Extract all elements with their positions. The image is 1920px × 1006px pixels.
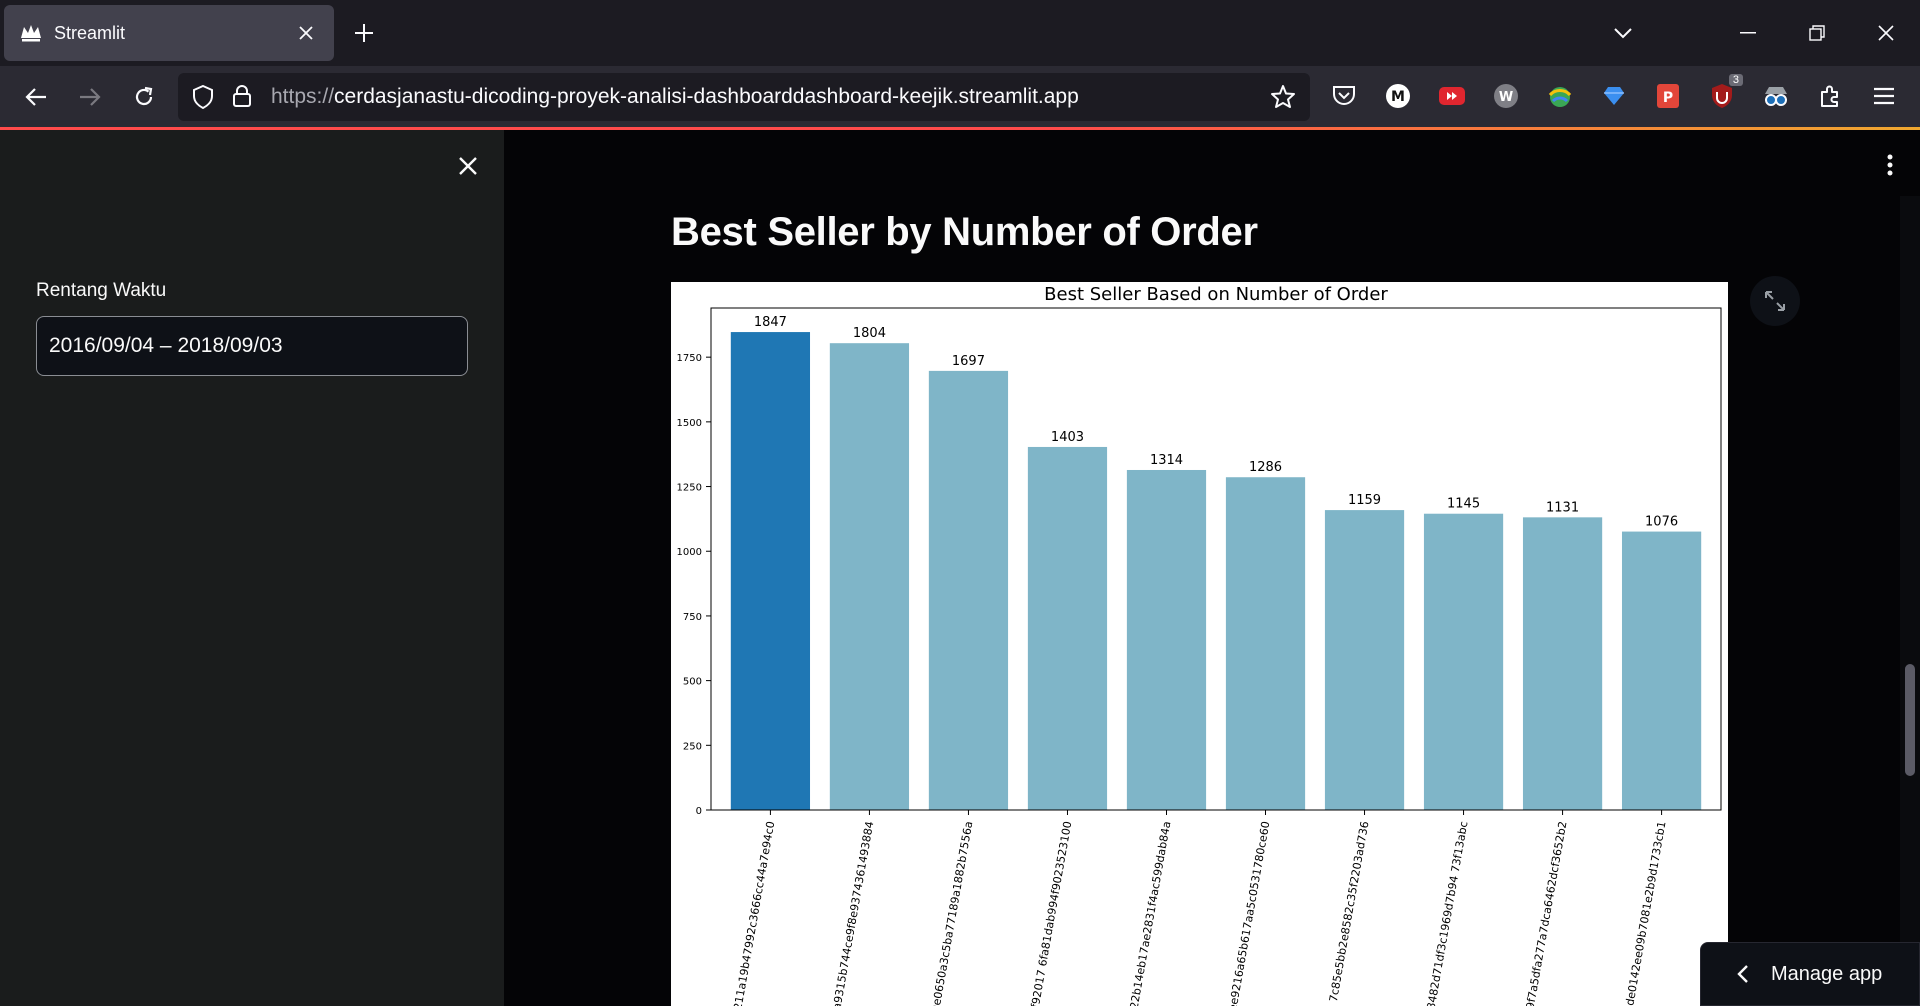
diamond-extension-icon[interactable] xyxy=(1599,81,1629,111)
p-extension-letter: P xyxy=(1663,90,1673,106)
new-tab-icon[interactable] xyxy=(350,19,378,47)
m-extension-icon[interactable]: M xyxy=(1383,81,1413,111)
spy-extension-icon[interactable] xyxy=(1761,81,1791,111)
bar xyxy=(1423,513,1504,810)
close-window-icon[interactable] xyxy=(1871,18,1901,48)
tab-list-chevron-down-icon[interactable] xyxy=(1608,18,1638,48)
bar-value-label: 1286 xyxy=(1249,460,1282,475)
x-tick-label: 60f92017 6fa81dab994f9023523100 xyxy=(1026,820,1074,1006)
tab-title: Streamlit xyxy=(54,22,126,43)
bar-value-label: 1847 xyxy=(754,315,787,330)
bar xyxy=(1225,477,1306,810)
x-tick-label: 0211a19b47992c3666cc44a7e94c0 xyxy=(730,820,777,1006)
y-tick-label: 1750 xyxy=(677,353,702,364)
manage-app-label: Manage app xyxy=(1771,962,1883,985)
lock-icon[interactable] xyxy=(232,84,252,113)
browser-tab[interactable]: Streamlit xyxy=(4,5,334,61)
y-tick-label: 1250 xyxy=(677,483,702,494)
bar-chart-image: Best Seller Based on Number of Order 0 250… xyxy=(671,282,1728,1006)
date-range-label: Rentang Waktu xyxy=(36,280,167,301)
main-scrollbar-track[interactable] xyxy=(1900,196,1920,1006)
bar-value-label: 1314 xyxy=(1150,453,1183,468)
y-tick-label: 500 xyxy=(683,677,702,688)
bar-value-label: 1145 xyxy=(1447,497,1480,512)
bar-chart: Best Seller Based on Number of Order 0 250… xyxy=(677,284,1722,1006)
tracking-shield-icon[interactable] xyxy=(192,84,214,114)
url-host: cerdasjanastu-dicoding-proyek-analisi-da… xyxy=(334,85,1079,108)
w-extension-letter: W xyxy=(1499,90,1513,105)
y-tick-label: 0 xyxy=(696,806,702,817)
app-menu-kebab-icon[interactable] xyxy=(1878,150,1902,180)
ublock-icon[interactable]: 3 xyxy=(1707,74,1743,111)
x-tick-label: 69f7a5dfa277a7dca6462dcf3652b2 xyxy=(1522,820,1569,1006)
forward-arrow-icon[interactable] xyxy=(74,81,106,113)
app-main: Best Seller by Number of Order Best Sell… xyxy=(504,130,1920,1006)
bookmark-star-icon[interactable] xyxy=(1270,84,1296,114)
sidebar-close-icon[interactable] xyxy=(452,150,484,182)
url-scheme: https:// xyxy=(271,85,335,108)
bar xyxy=(928,370,1009,810)
m-extension-letter: M xyxy=(1391,89,1405,105)
x-tick-label: ca9315b744ce9f8e9374361493884 xyxy=(829,820,876,1006)
browser-tab-bar: Streamlit xyxy=(0,0,1920,66)
globe-extension-icon[interactable] xyxy=(1545,81,1575,111)
x-tick-label: 7c85e5bb2e8582c35f2203ad736 xyxy=(1327,820,1372,1003)
bar-value-label: 1697 xyxy=(952,354,985,369)
chevron-left-icon xyxy=(1737,964,1749,984)
browser-nav-bar: https://cerdasjanastu-dicoding-proyek-an… xyxy=(0,66,1920,128)
bar xyxy=(1621,531,1702,810)
pocket-icon[interactable] xyxy=(1329,81,1359,111)
x-tick-label: 19e0650a3c5ba77189a1882b7556a xyxy=(928,820,976,1006)
x-tick-label: fee9216a65b617aa5c0531780ce60 xyxy=(1226,820,1273,1006)
reload-icon[interactable] xyxy=(128,81,160,113)
fullscreen-expand-icon[interactable] xyxy=(1750,276,1800,326)
x-tick-label: 8482d71df3c1969d7b94 73f13abc xyxy=(1425,820,1471,1006)
bar xyxy=(1027,446,1108,810)
bar-value-label: 1076 xyxy=(1645,515,1678,530)
restore-icon[interactable] xyxy=(1802,18,1832,48)
hamburger-menu-icon[interactable] xyxy=(1869,81,1899,111)
y-tick-label: 750 xyxy=(683,612,702,623)
tab-close-icon[interactable] xyxy=(292,19,320,47)
manage-app-button[interactable]: Manage app xyxy=(1700,942,1920,1006)
y-tick-label: 1000 xyxy=(677,547,702,558)
x-tick-label: 11de0142ee09b7081e2b9d1733cb1 xyxy=(1621,820,1669,1006)
chart-title: Best Seller Based on Number of Order xyxy=(1044,284,1388,305)
y-tick-label: 250 xyxy=(683,741,702,752)
app-sidebar: Rentang Waktu 2016/09/04 – 2018/09/03 xyxy=(0,130,504,1006)
streamlit-favicon-icon xyxy=(20,22,42,44)
url-bar[interactable]: https://cerdasjanastu-dicoding-proyek-an… xyxy=(178,73,1310,121)
minimize-icon[interactable] xyxy=(1733,18,1763,48)
p-extension-icon[interactable]: P xyxy=(1653,81,1683,111)
extensions-puzzle-icon[interactable] xyxy=(1815,81,1845,111)
w-extension-icon[interactable]: W xyxy=(1491,81,1521,111)
url-text[interactable]: https://cerdasjanastu-dicoding-proyek-an… xyxy=(271,85,1079,109)
bar-value-label: 1804 xyxy=(853,326,886,341)
bar-value-label: 1159 xyxy=(1348,493,1381,508)
section-title: Best Seller by Number of Order xyxy=(671,210,1258,254)
date-range-input[interactable]: 2016/09/04 – 2018/09/03 xyxy=(36,316,468,376)
bar xyxy=(1522,517,1603,810)
ublock-badge: 3 xyxy=(1728,74,1743,86)
bar-value-label: 1131 xyxy=(1546,500,1579,515)
y-tick-label: 1500 xyxy=(677,418,702,429)
main-scrollbar-thumb[interactable] xyxy=(1905,664,1915,776)
bar xyxy=(1324,510,1405,810)
bar xyxy=(829,343,910,810)
bar xyxy=(1126,469,1207,810)
bar-value-label: 1403 xyxy=(1051,430,1084,445)
bar xyxy=(730,332,811,810)
video-extension-icon[interactable] xyxy=(1437,81,1467,111)
x-tick-label: 622b14eb17ae2831f4ac599dab84a xyxy=(1126,820,1173,1006)
back-arrow-icon[interactable] xyxy=(20,81,52,113)
